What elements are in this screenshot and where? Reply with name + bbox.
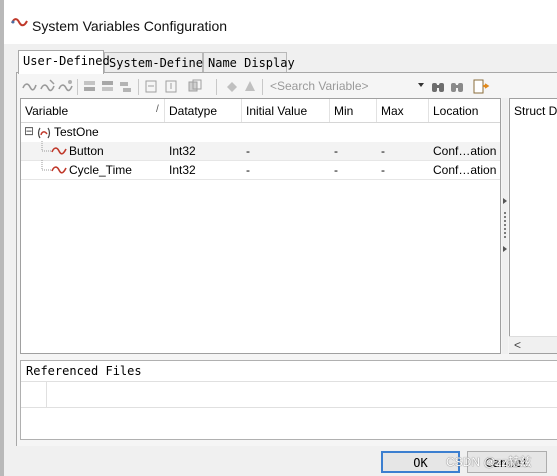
scroll-left-icon[interactable]: < <box>514 338 521 352</box>
column-header-initial-value[interactable]: Initial Value <box>242 99 330 123</box>
max-cell[interactable]: - <box>381 163 385 177</box>
tab-user-defined[interactable]: User-Defined <box>18 50 110 74</box>
new-member-icon[interactable] <box>58 79 73 94</box>
column-header-min[interactable]: Min <box>330 99 377 123</box>
variable-name: Cycle_Time <box>69 163 132 177</box>
min-cell[interactable]: - <box>334 144 338 158</box>
undo-icon[interactable] <box>224 79 239 94</box>
sort-indicator: / <box>156 104 159 115</box>
splitter-grip <box>504 212 506 214</box>
variable-icon <box>51 147 67 155</box>
struct-icon <box>37 127 51 139</box>
struct-details-pane: Struct D <box>509 98 557 354</box>
find-icon[interactable] <box>430 79 446 95</box>
copy-icon[interactable] <box>188 79 203 94</box>
toolbar-separator <box>138 79 139 95</box>
row-divider <box>21 179 500 180</box>
referenced-files-title: Referenced Files <box>26 364 142 378</box>
location-cell[interactable]: Conf…ation <box>433 144 496 158</box>
insert-below-icon[interactable] <box>100 79 115 94</box>
splitter-grip <box>504 220 506 222</box>
column-header-variable[interactable]: Variable <box>21 99 165 123</box>
column-header-max[interactable]: Max <box>377 99 429 123</box>
table-row[interactable]: Button Int32 - - - Conf…ation <box>21 141 500 161</box>
column-header-datatype[interactable]: Datatype <box>165 99 242 123</box>
window-title: System Variables Configuration <box>32 18 228 34</box>
table-row[interactable]: Cycle_Time Int32 - - - Conf…ation <box>21 160 500 180</box>
pane-splitter[interactable] <box>502 98 508 354</box>
max-cell[interactable]: - <box>381 144 385 158</box>
divider <box>46 381 47 407</box>
divider <box>21 407 557 408</box>
insert-child-icon[interactable] <box>118 79 133 94</box>
toolbar-separator <box>77 79 78 95</box>
location-cell[interactable]: Conf…ation <box>433 163 496 177</box>
system-variable-icon <box>11 18 28 27</box>
new-struct-icon[interactable] <box>40 79 55 94</box>
toolbar-separator <box>262 79 263 95</box>
splitter-grip <box>504 216 506 218</box>
table-row-group[interactable]: ⊟ TestOne <box>21 123 500 142</box>
chevron-right-icon <box>503 246 507 252</box>
export-icon[interactable] <box>164 79 179 94</box>
options-icon[interactable] <box>472 78 490 96</box>
new-variable-icon[interactable] <box>22 79 37 94</box>
tab-system-defined[interactable]: System-Defined <box>104 52 210 72</box>
import-icon[interactable] <box>144 79 159 94</box>
datatype-cell[interactable]: Int32 <box>169 163 196 177</box>
search-variable-input[interactable]: <Search Variable> <box>270 78 426 96</box>
min-cell[interactable]: - <box>334 163 338 177</box>
toolbar-separator <box>216 79 217 95</box>
struct-pane-header: Struct D <box>514 104 557 118</box>
chevron-right-icon <box>503 198 507 204</box>
splitter-grip <box>504 228 506 230</box>
splitter-grip <box>504 236 506 238</box>
find-next-icon[interactable] <box>449 79 465 95</box>
splitter-grip <box>504 224 506 226</box>
redo-icon[interactable] <box>242 79 257 94</box>
variables-grid: Variable / Datatype Initial Value Min Ma… <box>20 98 501 354</box>
column-header-location[interactable]: Location <box>429 99 500 123</box>
group-name: TestOne <box>54 125 99 139</box>
initial-value-cell[interactable]: - <box>246 163 250 177</box>
tab-name-display[interactable]: Name Display <box>203 52 295 72</box>
watermark: CSDN @zz赫兹 <box>446 455 532 469</box>
initial-value-cell[interactable]: - <box>246 144 250 158</box>
chevron-down-icon[interactable] <box>418 83 424 87</box>
splitter-grip <box>504 232 506 234</box>
collapse-toggle-icon[interactable]: ⊟ <box>24 124 34 138</box>
insert-above-icon[interactable] <box>82 79 97 94</box>
variable-icon <box>51 166 67 174</box>
datatype-cell[interactable]: Int32 <box>169 144 196 158</box>
divider <box>21 381 557 382</box>
horizontal-scrollbar[interactable]: < <box>509 336 557 353</box>
variable-name: Button <box>69 144 104 158</box>
